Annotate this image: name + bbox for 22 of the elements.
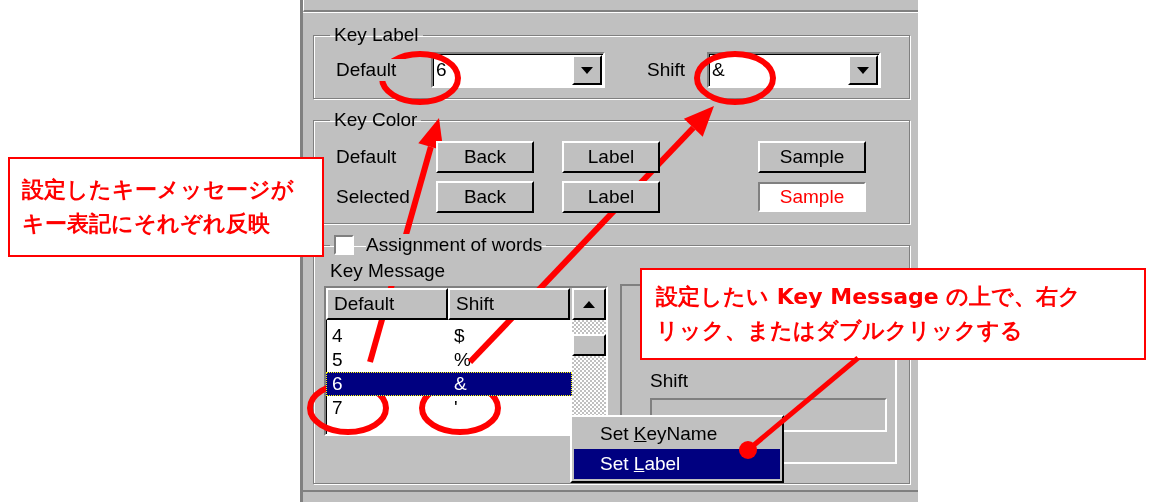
combo-value: & [712,59,725,81]
row-label: Selected [335,186,411,208]
checkbox-label: Assignment of words [366,234,543,256]
table-cell-text: ' [453,396,459,420]
field-label: Shift [647,59,687,81]
sample-preview: Sample [758,182,866,212]
table-cell-text: 5 [331,348,344,372]
callout-text: リック、またはダブルクリックする [656,317,1024,345]
table-cell-text: 4 [331,324,344,348]
field-label: Shift [650,369,690,393]
callout-text: 設定したキーメッセージが [22,176,295,204]
callout-text: キー表記にそれぞれ反映 [22,210,271,238]
table-cell-text: 6 [331,372,344,396]
callout-text: 設定したい Key Message の上で、右ク [656,283,1083,311]
combo-value: 6 [436,59,447,81]
group-title: Key Color [333,109,419,131]
table-cell-text: $ [453,324,466,348]
table-cell-text: % [453,348,472,372]
table-cell-text: 7 [331,396,344,420]
row-label: Default [335,146,398,168]
group-title: Key Label [333,24,420,46]
table-cell-text: & [453,372,468,396]
